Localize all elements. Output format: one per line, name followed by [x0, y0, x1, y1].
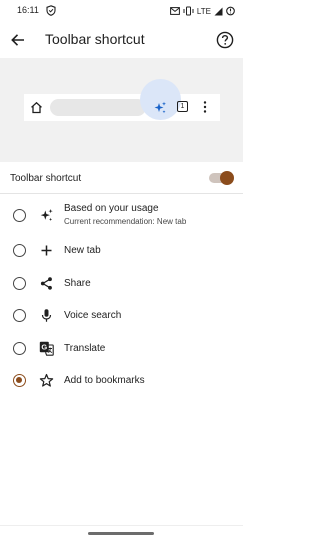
toolbar-shortcut-toggle-row[interactable]: Toolbar shortcut — [0, 162, 243, 194]
battery-icon — [226, 6, 235, 16]
svg-text:G: G — [41, 342, 47, 351]
radio-button[interactable] — [13, 341, 26, 355]
radio-button[interactable] — [13, 209, 26, 222]
omnibox-placeholder — [50, 99, 146, 116]
status-icons: LTE — [170, 4, 235, 18]
toggle-label: Toolbar shortcut — [10, 173, 82, 184]
toolbar-preview: 1 — [0, 58, 243, 162]
home-icon — [31, 101, 42, 114]
option-label: Share — [64, 277, 91, 289]
option-voice-search[interactable]: Voice search — [0, 299, 243, 332]
switch-thumb — [220, 171, 234, 185]
mic-icon — [41, 309, 52, 322]
gesture-nav-bar[interactable] — [88, 532, 154, 535]
toolbar-preview-card: 1 — [24, 79, 220, 121]
radio-button-selected[interactable] — [13, 374, 26, 387]
signal-icon — [214, 7, 223, 15]
radio-button[interactable] — [13, 244, 26, 257]
sparkle-icon — [154, 101, 166, 114]
shield-icon — [46, 5, 56, 16]
translate-icon: G — [39, 341, 54, 356]
sparkle-icon — [40, 209, 53, 221]
app-bar: Toolbar shortcut — [0, 24, 243, 56]
arrow-back-icon[interactable] — [8, 30, 28, 50]
radio-button[interactable] — [13, 309, 26, 322]
toolbar-shortcut-switch[interactable] — [209, 171, 234, 185]
option-share[interactable]: Share — [0, 267, 243, 300]
option-label: New tab — [64, 245, 101, 256]
status-time: 16:11 — [17, 5, 39, 15]
more-vert-icon — [203, 101, 207, 113]
option-based-on-usage[interactable]: Based on your usage Current recommendati… — [0, 196, 243, 234]
option-label: Add to bookmarks — [64, 375, 145, 386]
network-type: LTE — [196, 6, 211, 16]
option-label: Voice search — [64, 310, 122, 321]
option-translate[interactable]: G Translate — [0, 332, 243, 365]
vibrate-icon — [183, 6, 194, 16]
help-circle-icon[interactable] — [215, 30, 235, 50]
share-icon — [40, 276, 52, 290]
divider — [0, 525, 243, 526]
option-label: Based on your usage — [64, 203, 159, 214]
star-outline-icon — [39, 373, 54, 387]
option-new-tab[interactable]: New tab — [0, 234, 243, 267]
option-label: Translate — [64, 342, 106, 354]
mail-icon — [170, 7, 180, 15]
status-bar: 16:11 LTE — [0, 0, 243, 22]
plus-icon — [41, 245, 52, 256]
option-sublabel: Current recommendation: New tab — [64, 217, 187, 226]
shortcut-options: Based on your usage Current recommendati… — [0, 196, 243, 397]
page-title: Toolbar shortcut — [45, 31, 145, 47]
option-add-to-bookmarks[interactable]: Add to bookmarks — [0, 364, 243, 397]
tab-switcher-icon: 1 — [177, 101, 188, 112]
radio-button[interactable] — [13, 276, 26, 290]
